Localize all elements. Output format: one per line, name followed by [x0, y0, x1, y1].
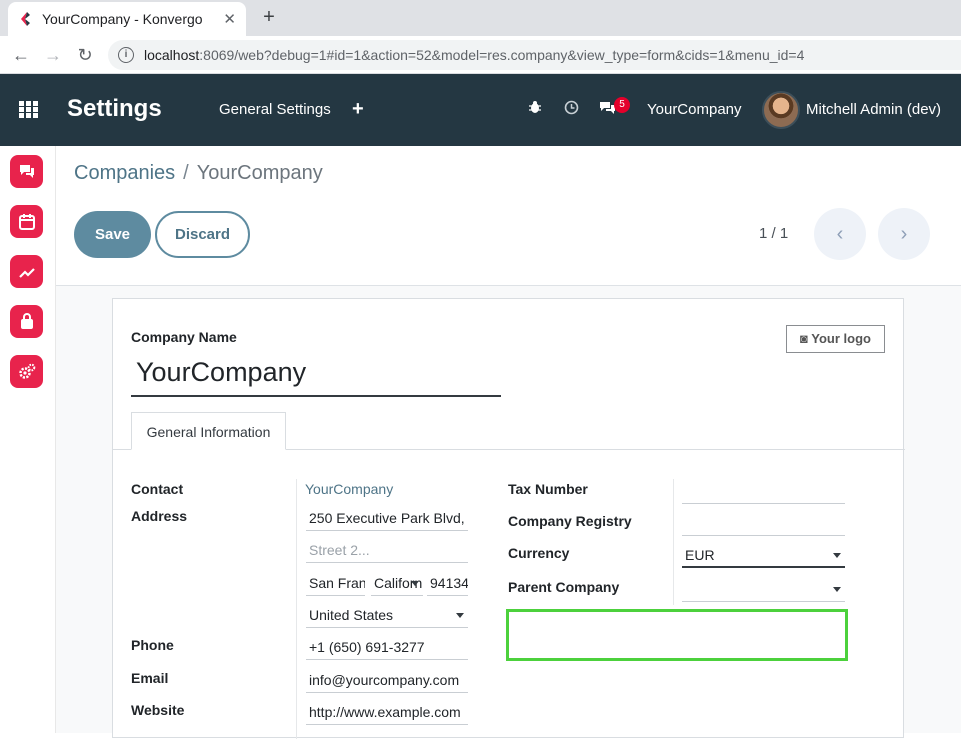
email-label: Email: [131, 670, 169, 686]
breadcrumb-current: YourCompany: [196, 162, 323, 184]
currency-value: EUR: [685, 547, 715, 563]
right-column-divider: [673, 479, 674, 605]
browser-tab-title: YourCompany - Konvergo: [42, 11, 203, 27]
pager-value[interactable]: 1 / 1: [759, 225, 788, 243]
user-menu[interactable]: Mitchell Admin (dev): [806, 101, 941, 119]
dashboard-icon[interactable]: [10, 255, 43, 288]
save-button[interactable]: Save: [74, 211, 151, 258]
company-name-label: Company Name: [131, 329, 237, 345]
zip-field[interactable]: 94134: [427, 572, 468, 596]
breadcrumb-separator: /: [183, 162, 189, 184]
company-name-field[interactable]: YourCompany: [131, 351, 501, 397]
pager-previous-button[interactable]: ‹: [814, 208, 866, 260]
calendar-icon[interactable]: [10, 205, 43, 238]
country-dropdown-icon: [456, 613, 464, 618]
url-field[interactable]: i localhost:8069/web?debug=1#id=1&action…: [108, 40, 961, 70]
browser-address-bar: ← → ↻ i localhost:8069/web?debug=1#id=1&…: [0, 36, 961, 74]
breadcrumb: Companies / YourCompany: [74, 160, 323, 186]
website-label: Website: [131, 702, 185, 718]
user-avatar[interactable]: [762, 91, 800, 129]
logo-upload-button[interactable]: ◙ Your logo: [786, 325, 885, 353]
konvergo-favicon-icon: [21, 12, 30, 26]
street-field[interactable]: 250 Executive Park Blvd,: [306, 507, 468, 531]
state-select[interactable]: California: [371, 572, 423, 596]
website-field[interactable]: http://www.example.com: [306, 701, 468, 725]
state-dropdown-icon: [411, 581, 419, 586]
country-value: United States: [309, 607, 394, 623]
currency-select[interactable]: EUR: [682, 544, 845, 568]
breadcrumb-companies[interactable]: Companies: [74, 162, 175, 184]
parent-company-label: Parent Company: [508, 579, 620, 595]
apps-grid-icon[interactable]: [19, 101, 39, 119]
browser-tabstrip: YourCompany - Konvergo ✕ +: [0, 0, 961, 36]
parent-company-select[interactable]: [682, 578, 845, 602]
parent-company-dropdown-icon: [833, 587, 841, 592]
tab-general-information[interactable]: General Information: [131, 412, 286, 450]
company-registry-field[interactable]: [682, 512, 845, 536]
activity-clock-icon[interactable]: [562, 100, 580, 118]
logo-upload-label: Your logo: [811, 331, 871, 346]
address-label: Address: [131, 508, 188, 524]
url-path: :8069/web?debug=1#id=1&action=52&model=r…: [199, 47, 805, 63]
contact-label: Contact: [131, 481, 184, 497]
discuss-icon[interactable]: [10, 155, 43, 188]
contact-link[interactable]: YourCompany: [305, 481, 393, 497]
street2-field[interactable]: Street 2...: [306, 539, 468, 563]
company-switcher[interactable]: YourCompany: [647, 101, 742, 119]
phone-field[interactable]: +1 (650) 691-3277: [306, 636, 468, 660]
pager-next-button[interactable]: ›: [878, 208, 930, 260]
tax-number-label: Tax Number: [508, 481, 588, 497]
back-arrow-icon[interactable]: ←: [8, 42, 34, 68]
discard-button[interactable]: Discard: [155, 211, 250, 258]
url-host: localhost: [144, 47, 200, 63]
city-field[interactable]: San Francisco: [306, 572, 365, 596]
app-navbar: Settings General Settings + 5 YourCompan…: [0, 74, 961, 146]
form-sheet: Company Name YourCompany ◙ Your logo Gen…: [112, 298, 905, 739]
menu-general-settings[interactable]: General Settings: [219, 101, 331, 119]
shopping-bag-icon[interactable]: [10, 305, 43, 338]
email-field[interactable]: info@yourcompany.com: [306, 669, 468, 693]
forward-arrow-icon[interactable]: →: [40, 42, 66, 68]
browser-tab[interactable]: YourCompany - Konvergo ✕: [8, 2, 246, 36]
messages-badge: 5: [614, 97, 630, 113]
country-select[interactable]: United States: [306, 604, 468, 628]
highlight-box: [506, 609, 848, 661]
close-tab-icon[interactable]: ✕: [223, 10, 236, 28]
settings-gear-icon[interactable]: [10, 355, 43, 388]
add-menu-icon[interactable]: +: [352, 98, 364, 121]
new-tab-icon[interactable]: +: [258, 6, 280, 28]
camera-icon: ◙: [800, 331, 808, 346]
currency-label: Currency: [508, 545, 570, 561]
reload-icon[interactable]: ↻: [72, 42, 98, 68]
debug-bug-icon[interactable]: [526, 100, 544, 118]
column-divider: [296, 479, 297, 739]
currency-dropdown-icon: [833, 553, 841, 558]
phone-label: Phone: [131, 637, 174, 653]
site-info-icon[interactable]: i: [118, 47, 134, 63]
tax-number-field[interactable]: [682, 480, 845, 504]
app-rail: [0, 146, 56, 733]
company-registry-label: Company Registry: [508, 513, 632, 529]
app-title[interactable]: Settings: [67, 94, 162, 124]
